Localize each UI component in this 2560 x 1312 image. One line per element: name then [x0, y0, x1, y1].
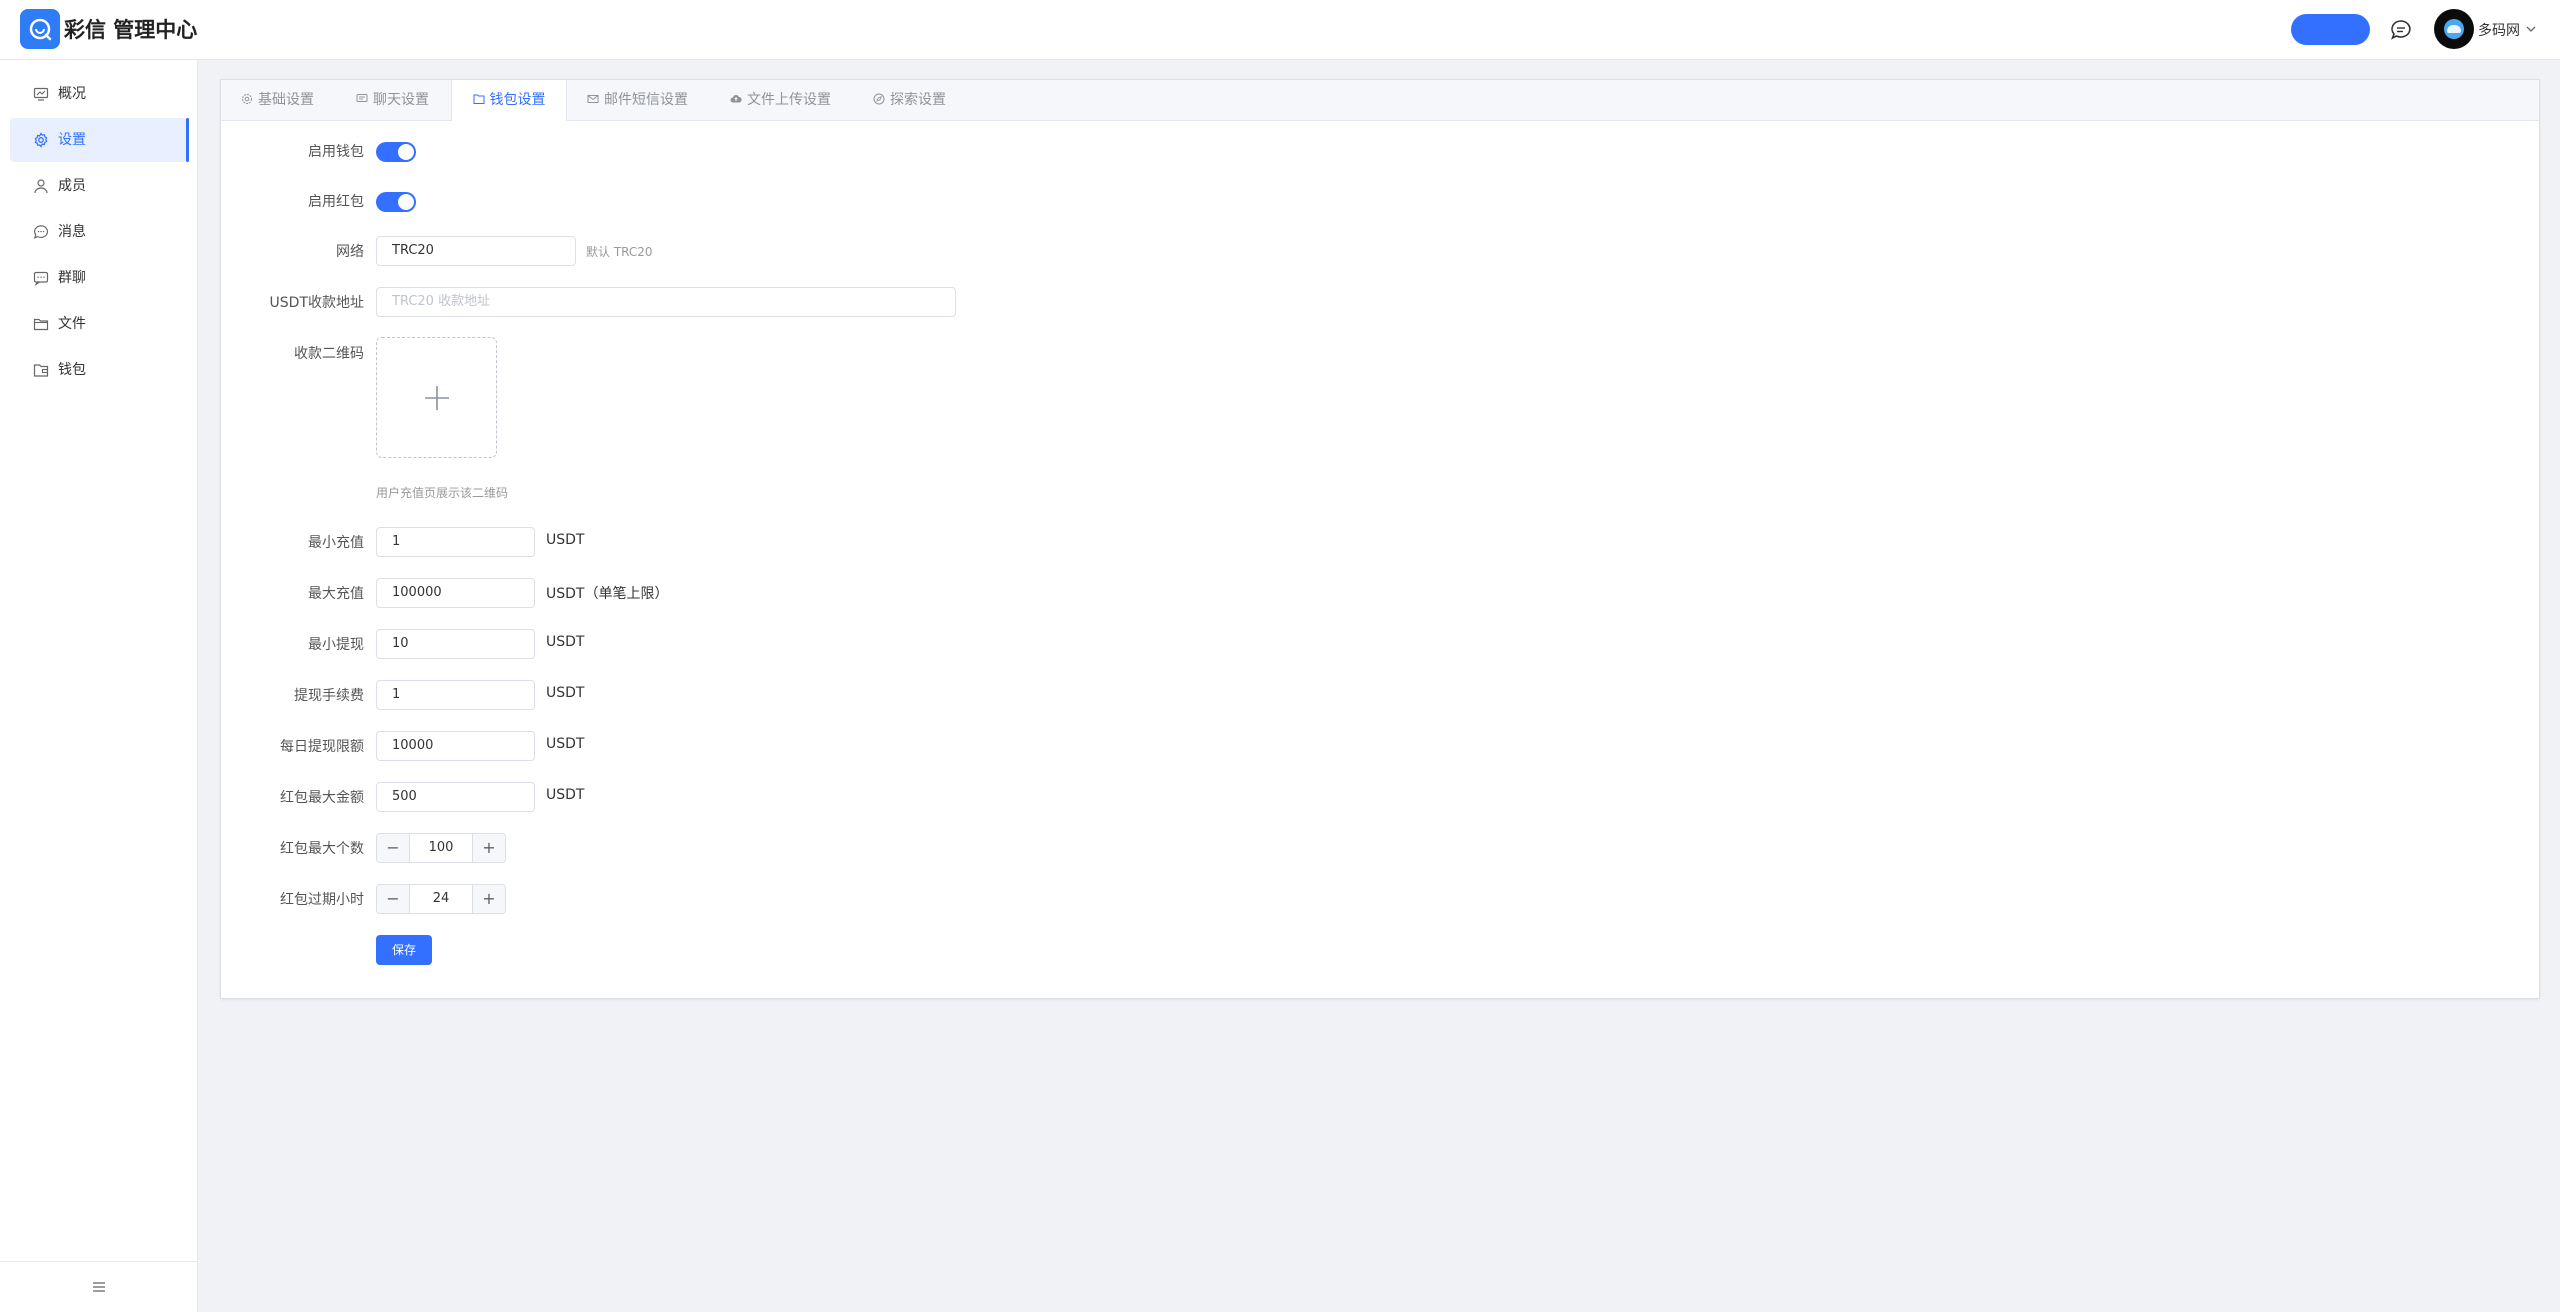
decrement-button[interactable]: − [377, 834, 410, 862]
sidebar-item-label: 成员 [58, 178, 86, 194]
wallet-icon [33, 364, 49, 377]
sidebar-item-label: 概况 [58, 86, 86, 102]
sidebar-item-groups[interactable]: 群聊 [10, 256, 188, 300]
sidebar-item-label: 文件 [58, 316, 86, 332]
max-recharge-label: 最大充值 [308, 586, 364, 602]
qr-code-label: 收款二维码 [294, 346, 364, 362]
tab-basic-settings[interactable]: 基础设置 [241, 80, 314, 120]
enable-redpacket-label: 启用红包 [308, 194, 364, 210]
mail-icon [587, 95, 599, 103]
app-logo[interactable] [20, 9, 60, 49]
daily-withdraw-limit-label: 每日提现限额 [280, 739, 364, 755]
max-recharge-input[interactable]: 100000 [376, 578, 535, 608]
tab-label: 邮件短信设置 [604, 92, 688, 108]
tab-chat-settings[interactable]: 聊天设置 [356, 80, 429, 120]
message-icon[interactable] [2390, 19, 2412, 41]
tab-label: 基础设置 [258, 92, 314, 108]
user-icon [34, 179, 48, 194]
redpacket-max-amount-label: 红包最大金额 [280, 790, 364, 806]
sidebar-item-settings[interactable]: 设置 [10, 118, 189, 162]
daily-withdraw-limit-input[interactable]: 10000 [376, 731, 535, 761]
qr-code-upload[interactable] [376, 337, 497, 458]
save-button[interactable]: 保存 [376, 935, 432, 965]
tab-file-upload-settings[interactable]: 文件上传设置 [730, 80, 831, 120]
sidebar-item-label: 钱包 [58, 362, 86, 378]
withdraw-fee-input[interactable]: 1 [376, 680, 535, 710]
daily-withdraw-limit-unit: USDT [546, 736, 585, 752]
sidebar-item-wallet[interactable]: 钱包 [10, 348, 188, 392]
sidebar-item-messages[interactable]: 消息 [10, 210, 188, 254]
plus-icon [425, 386, 449, 410]
chat-logo-icon [29, 18, 52, 41]
redpacket-max-amount-input[interactable]: 500 [376, 782, 535, 812]
gear-icon [34, 132, 48, 148]
chat-icon [356, 94, 368, 102]
folder-icon [33, 318, 49, 331]
sidebar-item-label: 设置 [58, 132, 86, 148]
min-withdraw-label: 最小提现 [308, 637, 364, 653]
sidebar-item-members[interactable]: 成员 [10, 164, 188, 208]
redpacket-expire-hours-label: 红包过期小时 [280, 892, 364, 908]
user-name[interactable]: 多码网 [2478, 20, 2520, 40]
redpacket-max-amount-unit: USDT [546, 787, 585, 803]
chat-bubble-icon [33, 225, 49, 239]
wallet-icon [473, 94, 484, 104]
sidebar-item-label: 消息 [58, 224, 86, 240]
network-input[interactable]: TRC20 [376, 236, 576, 266]
tab-explore-settings[interactable]: 探索设置 [873, 80, 946, 120]
withdraw-fee-unit: USDT [546, 685, 585, 701]
withdraw-fee-label: 提现手续费 [294, 688, 364, 704]
gear-icon [242, 94, 252, 104]
network-hint: 默认 TRC20 [586, 245, 653, 259]
tab-email-sms-settings[interactable]: 邮件短信设置 [587, 80, 688, 120]
avatar[interactable] [2434, 9, 2474, 49]
redpacket-expire-hours-stepper[interactable]: − 24 + [376, 884, 506, 914]
max-recharge-unit: USDT（单笔上限） [546, 586, 669, 602]
usdt-address-input[interactable]: TRC20 收款地址 [376, 287, 956, 317]
sidebar-item-files[interactable]: 文件 [10, 302, 188, 346]
stepper-value[interactable]: 24 [410, 885, 472, 913]
group-chat-icon [33, 271, 49, 286]
min-recharge-label: 最小充值 [308, 535, 364, 551]
redpacket-max-count-stepper[interactable]: − 100 + [376, 833, 506, 863]
sidebar-item-overview[interactable]: 概况 [10, 72, 188, 116]
menu-collapse-icon[interactable] [92, 1280, 106, 1294]
top-header: 彩信 管理中心 多码网 [0, 0, 2560, 60]
sidebar-item-label: 群聊 [58, 270, 86, 286]
monitor-icon [33, 87, 49, 101]
enable-redpacket-switch[interactable] [376, 192, 416, 212]
app-title: 彩信 管理中心 [64, 18, 198, 42]
settings-tabs: 基础设置 聊天设置 钱包设置 邮件短信设置 文件上传设置 探索设置 [221, 80, 2539, 121]
cloud-upload-icon [730, 94, 742, 103]
compass-icon [873, 93, 885, 105]
tab-label: 聊天设置 [373, 92, 429, 108]
enable-wallet-label: 启用钱包 [308, 144, 364, 160]
increment-button[interactable]: + [472, 834, 505, 862]
header-action-button[interactable] [2291, 14, 2370, 45]
increment-button[interactable]: + [472, 885, 505, 913]
sidebar-footer [0, 1261, 197, 1312]
min-withdraw-input[interactable]: 10 [376, 629, 535, 659]
enable-wallet-switch[interactable] [376, 142, 416, 162]
tab-label: 钱包设置 [489, 92, 546, 108]
min-recharge-input[interactable]: 1 [376, 527, 535, 557]
chevron-down-icon[interactable] [2525, 23, 2537, 35]
qr-code-hint: 用户充值页展示该二维码 [376, 486, 509, 500]
tab-label: 探索设置 [890, 92, 946, 108]
network-label: 网络 [336, 244, 364, 260]
min-recharge-unit: USDT [546, 532, 585, 548]
decrement-button[interactable]: − [377, 885, 410, 913]
usdt-address-label: USDT收款地址 [269, 295, 364, 311]
redpacket-max-count-label: 红包最大个数 [280, 841, 364, 857]
min-withdraw-unit: USDT [546, 634, 585, 650]
stepper-value[interactable]: 100 [410, 834, 472, 862]
tab-label: 文件上传设置 [747, 92, 831, 108]
tab-wallet-settings[interactable]: 钱包设置 [451, 80, 567, 121]
